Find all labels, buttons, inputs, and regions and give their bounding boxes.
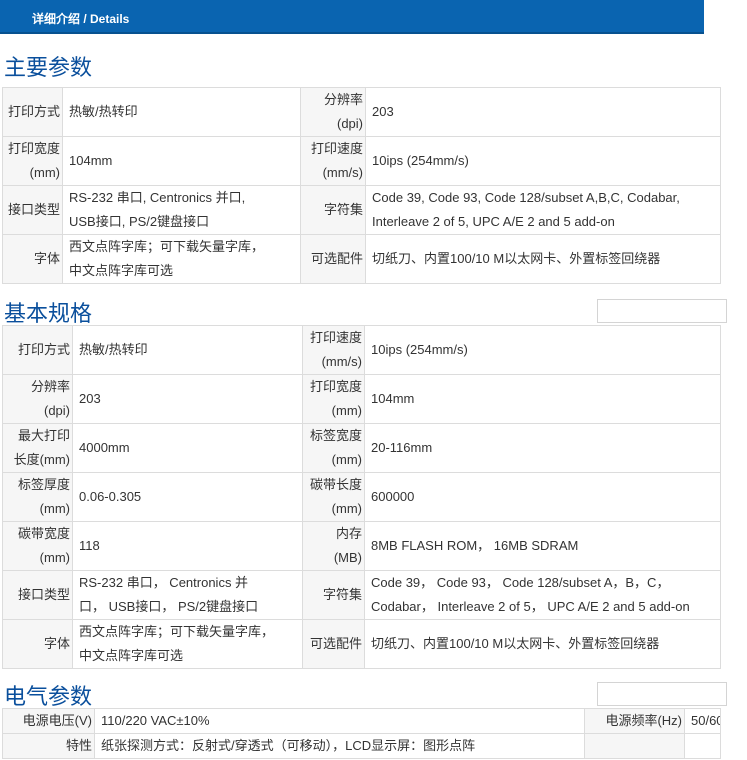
spec-value: 8MB FLASH ROM， 16MB SDRAM <box>364 521 721 571</box>
spec-label: 打印宽度 (mm) <box>302 374 365 424</box>
spec-value: 10ips (254mm/s) <box>365 136 721 186</box>
spec-value: 203 <box>365 87 721 137</box>
spec-row: 字体 西文点阵字库；可下载矢量字库， 中文点阵字库可选 可选配件 切纸刀、内置100/1… <box>2 234 721 284</box>
spec-value: 4000mm <box>72 423 303 473</box>
spec-value: 110/220 VAC±10% <box>94 708 585 734</box>
spec-row: 字体 西文点阵字库；可下载矢量字库， 中文点阵字库可选 可选配件 切纸刀、内置100/1… <box>2 619 721 669</box>
section-title-basic-specs: 基本规格 <box>4 302 93 327</box>
spec-label: 打印宽度 (mm) <box>2 136 63 186</box>
spec-label: 碳带宽度 (mm) <box>2 521 73 571</box>
spec-label: 电源电压(V) <box>2 708 95 734</box>
section-aside-box <box>597 682 727 706</box>
spec-label: 标签厚度 (mm) <box>2 472 73 522</box>
spec-row: 分辨率 (dpi) 203 打印宽度 (mm) 104mm <box>2 374 721 424</box>
section-title-electrical: 电气参数 <box>4 685 93 710</box>
spec-value: 104mm <box>62 136 301 186</box>
spec-label: 分辨率 (dpi) <box>300 87 366 137</box>
spec-row: 打印方式 热敏/热转印 分辨率 (dpi) 203 <box>2 87 721 137</box>
spec-value: 50/60 <box>684 708 721 734</box>
spec-label: 字体 <box>2 619 73 669</box>
electrical-table: 电源电压(V) 110/220 VAC±10% 电源频率(Hz) 50/60 特… <box>2 708 721 759</box>
spec-row: 打印方式 热敏/热转印 打印速度 (mm/s) 10ips (254mm/s) <box>2 325 721 375</box>
spec-row: 接口类型 RS-232 串口， Centronics 并口， USB接口， PS/… <box>2 570 721 620</box>
spec-value: 切纸刀、内置100/10 M以太网卡、外置标签回绕器 <box>364 619 721 669</box>
spec-value: 切纸刀、内置100/10 M以太网卡、外置标签回绕器 <box>365 234 721 284</box>
spec-value: RS-232 串口， Centronics 并口， USB接口， PS/2键盘接… <box>72 570 303 620</box>
details-header-bar: 详细介绍 / Details <box>0 0 704 34</box>
spec-label: 最大打印 长度(mm) <box>2 423 73 473</box>
spec-label: 可选配件 <box>302 619 365 669</box>
spec-label: 接口类型 <box>2 570 73 620</box>
spec-row: 碳带宽度 (mm) 118 内存 (MB) 8MB FLASH ROM， 16MB SDR… <box>2 521 721 571</box>
spec-row: 最大打印 长度(mm) 4000mm 标签宽度 (mm) 20-116mm <box>2 423 721 473</box>
spec-row: 标签厚度 (mm) 0.06-0.305 碳带长度 (mm) 600000 <box>2 472 721 522</box>
spec-value: 600000 <box>364 472 721 522</box>
spec-label: 特性 <box>2 733 95 759</box>
spec-row: 接口类型 RS-232 串口, Centronics 并口, USB接口, PS/2… <box>2 185 721 235</box>
spec-label: 打印方式 <box>2 325 73 375</box>
spec-label-empty <box>584 733 685 759</box>
spec-label: 打印速度 (mm/s) <box>300 136 366 186</box>
spec-value: Code 39, Code 93, Code 128/subset A,B,C,… <box>365 185 721 235</box>
spec-value: 20-116mm <box>364 423 721 473</box>
spec-label: 字符集 <box>302 570 365 620</box>
spec-label: 字体 <box>2 234 63 284</box>
spec-value: 118 <box>72 521 303 571</box>
spec-value: 10ips (254mm/s) <box>364 325 721 375</box>
section-aside-box <box>597 299 727 323</box>
spec-value: 热敏/热转印 <box>62 87 301 137</box>
spec-value: 纸张探测方式：反射式/穿透式（可移动），LCD显示屏：图形点阵 <box>94 733 585 759</box>
basic-specs-table: 打印方式 热敏/热转印 打印速度 (mm/s) 10ips (254mm/s) 分辨率 (d… <box>2 325 721 669</box>
spec-label: 打印速度 (mm/s) <box>302 325 365 375</box>
spec-value: 104mm <box>364 374 721 424</box>
spec-value: 西文点阵字库；可下载矢量字库， 中文点阵字库可选 <box>62 234 301 284</box>
spec-label: 分辨率 (dpi) <box>2 374 73 424</box>
spec-value: 0.06-0.305 <box>72 472 303 522</box>
spec-label: 电源频率(Hz) <box>584 708 685 734</box>
spec-value: RS-232 串口, Centronics 并口, USB接口, PS/2键盘接口 <box>62 185 301 235</box>
spec-value: 热敏/热转印 <box>72 325 303 375</box>
details-header-title: 详细介绍 / Details <box>32 12 130 26</box>
spec-value: 203 <box>72 374 303 424</box>
spec-label: 内存 (MB) <box>302 521 365 571</box>
spec-value: 西文点阵字库；可下载矢量字库， 中文点阵字库可选 <box>72 619 303 669</box>
spec-label: 标签宽度 (mm) <box>302 423 365 473</box>
spec-value: Code 39， Code 93， Code 128/subset A，B，C，… <box>364 570 721 620</box>
spec-label: 接口类型 <box>2 185 63 235</box>
spec-label: 打印方式 <box>2 87 63 137</box>
spec-label: 字符集 <box>300 185 366 235</box>
section-title-main-params: 主要参数 <box>4 56 93 81</box>
spec-label: 碳带长度 (mm) <box>302 472 365 522</box>
spec-row: 打印宽度 (mm) 104mm 打印速度 (mm/s) 10ips (254mm/s) <box>2 136 721 186</box>
spec-label: 可选配件 <box>300 234 366 284</box>
spec-value-empty <box>684 733 721 759</box>
main-params-table: 打印方式 热敏/热转印 分辨率 (dpi) 203 打印宽度 (mm) 104mm 打印速度 (m… <box>2 87 721 284</box>
